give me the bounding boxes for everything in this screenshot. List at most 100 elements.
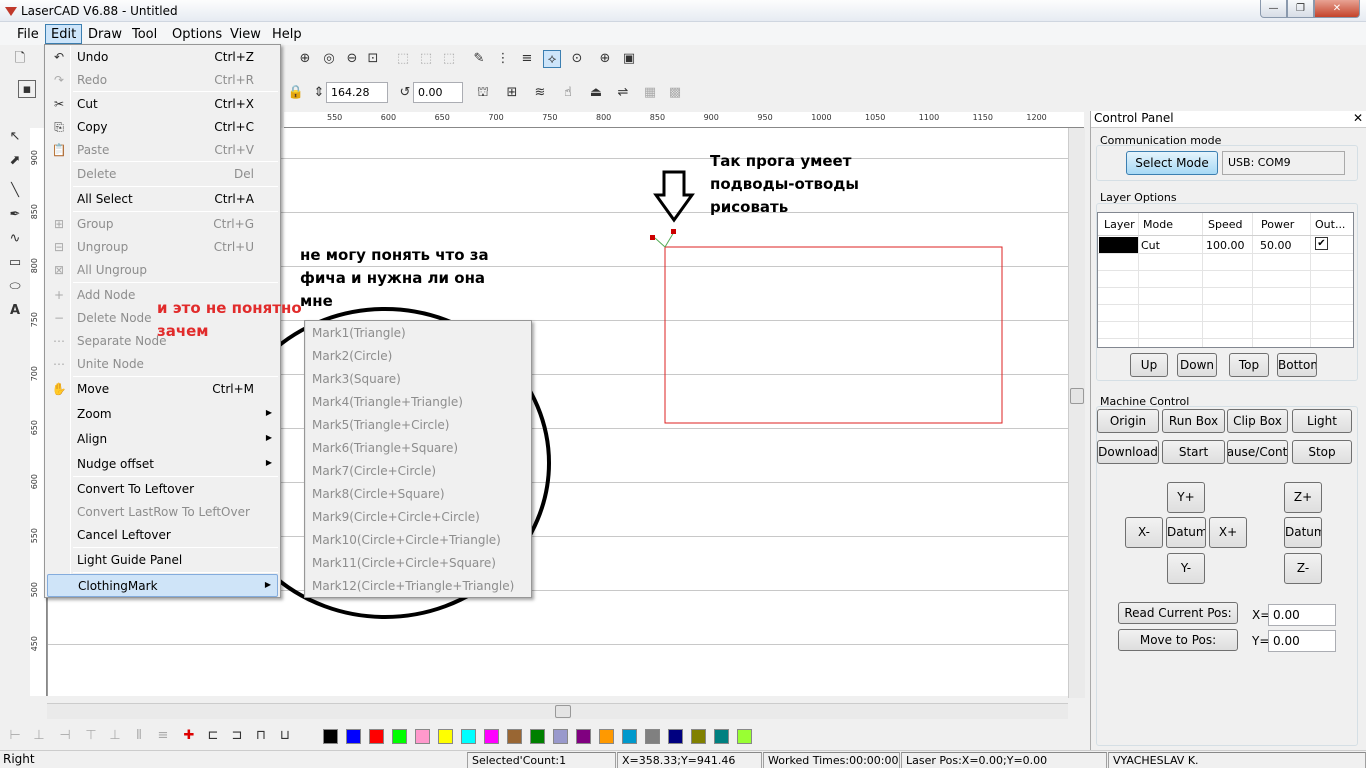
color-swatch[interactable] xyxy=(645,729,660,744)
color-swatch[interactable] xyxy=(392,729,407,744)
preview-icon[interactable]: ▣ xyxy=(620,50,638,68)
read-current-pos-button[interactable]: Read Current Pos: xyxy=(1118,602,1238,624)
pen-icon[interactable]: ✎ xyxy=(470,50,488,68)
mirror-h-icon[interactable]: ⛫ xyxy=(474,84,492,102)
edit-menu-item[interactable]: ✂ Cut Ctrl+X xyxy=(47,93,278,116)
menu-options[interactable]: Options xyxy=(172,27,222,42)
edit-menu-item[interactable]: Zoom ▶ xyxy=(47,403,278,426)
edit-menu-item[interactable]: ClothingMark ▶ xyxy=(47,574,278,597)
output-checkbox[interactable]: ✔ xyxy=(1315,237,1328,250)
horizontal-scrollbar[interactable] xyxy=(47,703,1068,719)
close-button[interactable]: ✕ xyxy=(1314,0,1360,18)
same-size-icon[interactable]: ⊓ xyxy=(252,727,270,745)
angle-input[interactable]: 0.00 xyxy=(413,82,463,103)
distribute-v-icon[interactable]: ≡ xyxy=(154,727,172,745)
layer-top-button[interactable]: Top xyxy=(1229,353,1269,377)
color-swatch[interactable] xyxy=(461,729,476,744)
lock-icon[interactable]: 🔒 xyxy=(287,84,305,102)
jog-x-plus-button[interactable]: X+ xyxy=(1209,517,1247,548)
start-button[interactable]: Start xyxy=(1162,440,1225,464)
edit-menu-item[interactable]: ✋ Move Ctrl+M xyxy=(47,378,278,401)
new-file-icon[interactable]: 🗋 xyxy=(11,50,29,68)
download-button[interactable]: Download xyxy=(1097,440,1159,464)
y-pos-input[interactable]: 0.00 xyxy=(1268,630,1336,652)
layer-table[interactable]: Layer Mode Speed Power Out... Cut 100.00… xyxy=(1097,212,1354,348)
text-icon[interactable]: A xyxy=(6,302,24,320)
grid-icon[interactable]: ⋮ xyxy=(494,50,512,68)
layer-icon[interactable]: ≋ xyxy=(531,84,549,102)
minimize-button[interactable]: — xyxy=(1260,0,1287,18)
edit-menu-item[interactable]: Nudge offset ▶ xyxy=(47,453,278,476)
move-to-pos-button[interactable]: Move to Pos: xyxy=(1118,629,1238,651)
color-swatch[interactable] xyxy=(553,729,568,744)
align-left-icon[interactable]: ⊢ xyxy=(6,727,24,745)
color-swatch[interactable] xyxy=(714,729,729,744)
same-width-icon[interactable]: ⊏ xyxy=(204,727,222,745)
edit-menu-item[interactable]: ↶ Undo Ctrl+Z xyxy=(47,46,278,69)
select-group-icon[interactable]: ⬚ xyxy=(440,50,458,68)
layer-up-button[interactable]: Up xyxy=(1130,353,1168,377)
color-swatch[interactable] xyxy=(438,729,453,744)
rectangle-icon[interactable]: ▭ xyxy=(6,254,24,272)
menu-tool[interactable]: Tool xyxy=(132,27,157,42)
jog-y-plus-button[interactable]: Y+ xyxy=(1167,482,1205,513)
zoom-fit-icon[interactable]: ◎ xyxy=(320,50,338,68)
layer-bottom-button[interactable]: Bottom xyxy=(1277,353,1317,377)
pause-continue-button[interactable]: Pause/Continue xyxy=(1227,440,1288,464)
select-icon[interactable]: ⬚ xyxy=(394,50,412,68)
center-mark-icon[interactable]: ✚ xyxy=(180,727,198,745)
color-swatch[interactable] xyxy=(691,729,706,744)
node-edit-icon[interactable]: ⬈ xyxy=(6,152,24,170)
vertical-scrollbar[interactable] xyxy=(1068,128,1085,698)
target-icon[interactable]: ⊕ xyxy=(596,50,614,68)
menu-draw[interactable]: Draw xyxy=(88,27,122,42)
maximize-button[interactable]: ❐ xyxy=(1287,0,1314,18)
flip-v-icon[interactable]: ⇌ xyxy=(614,84,632,102)
color-swatch[interactable] xyxy=(576,729,591,744)
color-swatch[interactable] xyxy=(484,729,499,744)
line-icon[interactable]: ╲ xyxy=(6,182,24,200)
align-right-icon[interactable]: ⊣ xyxy=(56,727,74,745)
stop-button[interactable]: Stop xyxy=(1292,440,1352,464)
align-bottom-icon[interactable]: ⊥ xyxy=(106,727,124,745)
color-swatch[interactable] xyxy=(507,729,522,744)
select-mode-button[interactable]: Select Mode xyxy=(1126,151,1218,175)
flip-icon[interactable]: ⏏ xyxy=(587,84,605,102)
height-input[interactable]: 164.28 xyxy=(326,82,388,103)
x-pos-input[interactable]: 0.00 xyxy=(1268,604,1336,626)
color-swatch[interactable] xyxy=(323,729,338,744)
clip-box-button[interactable]: Clip Box xyxy=(1227,409,1288,433)
vertical-scroll-thumb[interactable] xyxy=(1070,388,1084,404)
horizontal-scroll-thumb[interactable] xyxy=(555,705,571,718)
edit-menu-item[interactable]: Cancel Leftover xyxy=(47,524,278,547)
menu-file[interactable]: File xyxy=(17,27,39,42)
zoom-page-icon[interactable]: ⊡ xyxy=(364,50,382,68)
menu-edit[interactable]: Edit xyxy=(45,24,83,44)
edit-menu-item[interactable]: Convert To Leftover xyxy=(47,478,278,501)
color-swatch[interactable] xyxy=(415,729,430,744)
edit-menu-item[interactable]: ⎘ Copy Ctrl+C xyxy=(47,116,278,139)
menu-view[interactable]: View xyxy=(230,27,261,42)
edit-menu-item[interactable]: Light Guide Panel xyxy=(47,549,278,572)
select-node-icon[interactable]: ⬚ xyxy=(417,50,435,68)
jog-y-minus-button[interactable]: Y- xyxy=(1167,553,1205,584)
color-swatch[interactable] xyxy=(599,729,614,744)
hand-icon[interactable]: ☝ xyxy=(559,84,577,102)
edit-menu-item[interactable]: All Select Ctrl+A xyxy=(47,188,278,211)
align-center-icon[interactable]: ⊥ xyxy=(30,727,48,745)
close-panel-icon[interactable]: ✕ xyxy=(1353,111,1363,125)
jog-x-minus-button[interactable]: X- xyxy=(1125,517,1163,548)
origin-button[interactable]: Origin xyxy=(1097,409,1159,433)
color-swatch[interactable] xyxy=(668,729,683,744)
align-page-icon[interactable]: ⊔ xyxy=(276,727,294,745)
lead-in-icon[interactable]: ⟡ xyxy=(543,50,561,68)
ellipse-icon[interactable]: ⬭ xyxy=(6,278,24,296)
edit-menu-item[interactable]: Align ▶ xyxy=(47,428,278,451)
array-icon[interactable]: ⊞ xyxy=(503,84,521,102)
tool-a-icon[interactable]: ▦ xyxy=(641,84,659,102)
color-swatch[interactable] xyxy=(369,729,384,744)
layer-down-button[interactable]: Down xyxy=(1177,353,1217,377)
bezier-icon[interactable]: ∿ xyxy=(6,230,24,248)
datum-button[interactable]: Datum xyxy=(1166,517,1206,548)
run-box-button[interactable]: Run Box xyxy=(1162,409,1225,433)
